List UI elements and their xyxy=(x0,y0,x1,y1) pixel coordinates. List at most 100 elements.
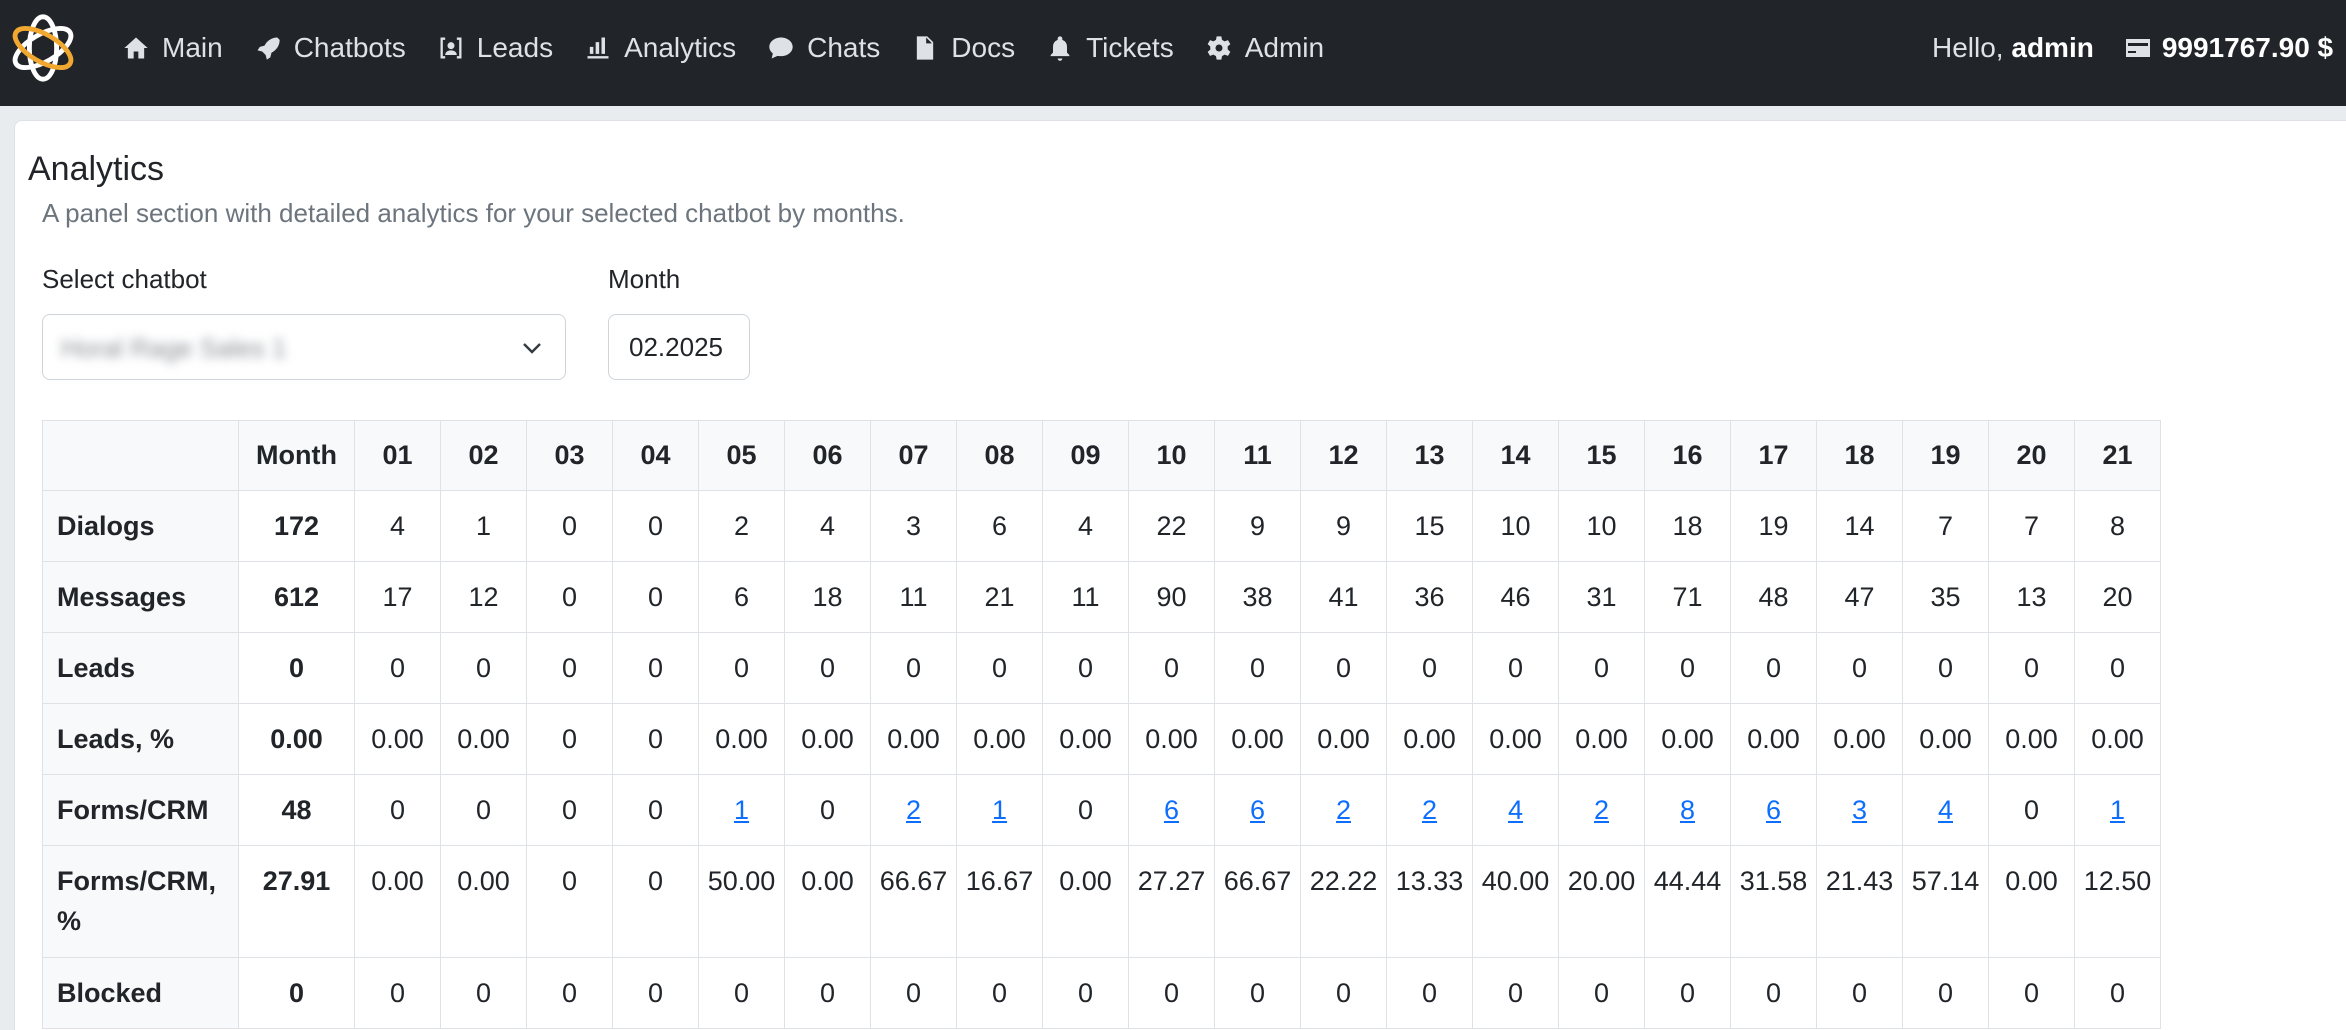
forms-crm-link[interactable]: 2 xyxy=(1594,795,1609,825)
day-value-cell: 0 xyxy=(440,774,527,846)
day-value-cell: 0.00 xyxy=(1472,703,1559,775)
forms-crm-link[interactable]: 4 xyxy=(1508,795,1523,825)
nav-chats[interactable]: Chats xyxy=(767,32,880,64)
day-value-cell: 21.43 xyxy=(1816,845,1903,958)
day-value-cell: 19 xyxy=(1730,490,1817,562)
day-value-cell: 0.00 xyxy=(698,703,785,775)
row-label: Messages xyxy=(42,561,239,633)
day-value-cell: 27.27 xyxy=(1128,845,1215,958)
month-total-cell: 0 xyxy=(238,632,355,704)
day-value-cell: 11 xyxy=(1042,561,1129,633)
day-value-cell: 0.00 xyxy=(440,703,527,775)
user-badge-icon xyxy=(437,34,465,62)
rocket-icon xyxy=(254,34,282,62)
day-value-cell: 40.00 xyxy=(1472,845,1559,958)
day-value-cell: 0 xyxy=(784,957,871,1029)
day-value-cell: 12 xyxy=(440,561,527,633)
day-value-cell: 6 xyxy=(698,561,785,633)
day-value-cell: 0 xyxy=(1644,632,1731,704)
header-day: 21 xyxy=(2074,420,2161,491)
row-label: Leads xyxy=(42,632,239,704)
table-row: Messages 612 17 12 0 0 6 18 11 21 11 90 38 41 36 46 31 71… xyxy=(42,561,2161,633)
forms-crm-link[interactable]: 8 xyxy=(1680,795,1695,825)
day-value-cell: 0.00 xyxy=(1042,845,1129,958)
username[interactable]: admin xyxy=(2011,32,2093,63)
forms-crm-link[interactable]: 1 xyxy=(2110,795,2125,825)
forms-crm-link[interactable]: 2 xyxy=(1422,795,1437,825)
nav-tickets[interactable]: Tickets xyxy=(1046,32,1174,64)
nav-main[interactable]: Main xyxy=(122,32,223,64)
nav-admin[interactable]: Admin xyxy=(1205,32,1324,64)
day-value-cell: 0.00 xyxy=(1730,703,1817,775)
day-value-cell: 1 xyxy=(698,774,785,846)
forms-crm-link[interactable]: 4 xyxy=(1938,795,1953,825)
day-value-cell: 0.00 xyxy=(2074,703,2161,775)
openai-logo-icon[interactable] xyxy=(4,8,82,88)
forms-crm-link[interactable]: 1 xyxy=(992,795,1007,825)
day-value-cell: 0 xyxy=(1816,632,1903,704)
day-value-cell: 0 xyxy=(1988,957,2075,1029)
day-value-cell: 66.67 xyxy=(870,845,957,958)
day-value-cell: 0 xyxy=(1128,957,1215,1029)
day-value-cell: 0 xyxy=(612,561,699,633)
forms-crm-link[interactable]: 2 xyxy=(1336,795,1351,825)
day-value-cell: 0 xyxy=(1042,957,1129,1029)
day-value-cell: 0 xyxy=(526,703,613,775)
day-value-cell: 0.00 xyxy=(1214,703,1301,775)
row-label: Forms/CRM, % xyxy=(42,845,239,958)
day-value-cell: 0 xyxy=(1300,632,1387,704)
day-value-cell: 7 xyxy=(1902,490,1989,562)
nav-tickets-label: Tickets xyxy=(1086,32,1174,63)
nav-leads-label: Leads xyxy=(476,32,554,63)
day-value-cell: 0.00 xyxy=(1386,703,1473,775)
nav-docs[interactable]: Docs xyxy=(911,32,1015,64)
day-value-cell: 0.00 xyxy=(354,703,441,775)
page-title: Analytics xyxy=(28,150,165,188)
day-value-cell: 20.00 xyxy=(1558,845,1645,958)
day-value-cell: 0 xyxy=(1042,632,1129,704)
day-value-cell: 0 xyxy=(1300,957,1387,1029)
nav-analytics[interactable]: Analytics xyxy=(584,32,736,64)
header-day: 10 xyxy=(1128,420,1215,491)
nav-chats-label: Chats xyxy=(807,32,881,63)
header-day: 14 xyxy=(1472,420,1559,491)
forms-crm-link[interactable]: 6 xyxy=(1250,795,1265,825)
day-value-cell: 0 xyxy=(440,957,527,1029)
day-value-cell: 0 xyxy=(2074,632,2161,704)
forms-crm-link[interactable]: 2 xyxy=(906,795,921,825)
table-row: Blocked 0 0 0 0 0 0 0 0 0 0 0 0 0 0 0 0 0 0 0 0 0 0 xyxy=(42,957,2161,1029)
month-total-cell: 612 xyxy=(238,561,355,633)
month-input[interactable] xyxy=(608,314,750,380)
day-value-cell: 0 xyxy=(612,490,699,562)
nav-leads[interactable]: Leads xyxy=(437,32,553,64)
day-value-cell: 6 xyxy=(1128,774,1215,846)
row-label: Forms/CRM xyxy=(42,774,239,846)
table-row: Leads, % 0.00 0.00 0.00 0 0 0.00 0.00 0.00 0.00 0.… xyxy=(42,703,2161,775)
day-value-cell: 6 xyxy=(1214,774,1301,846)
chatbot-select[interactable]: Horal Rage Sales 1 xyxy=(42,314,566,380)
nav-chatbots[interactable]: Chatbots xyxy=(254,32,406,64)
top-navbar: Main Chatbots Leads Analytics Chats Docs… xyxy=(0,0,2346,106)
forms-crm-link[interactable]: 6 xyxy=(1766,795,1781,825)
day-value-cell: 11 xyxy=(870,561,957,633)
day-value-cell: 90 xyxy=(1128,561,1215,633)
day-value-cell: 18 xyxy=(784,561,871,633)
row-label: Blocked xyxy=(42,957,239,1029)
header-day: 18 xyxy=(1816,420,1903,491)
day-value-cell: 1 xyxy=(2074,774,2161,846)
day-value-cell: 0.00 xyxy=(784,703,871,775)
day-value-cell: 66.67 xyxy=(1214,845,1301,958)
day-value-cell: 0 xyxy=(1816,957,1903,1029)
day-value-cell: 6 xyxy=(956,490,1043,562)
day-value-cell: 3 xyxy=(1816,774,1903,846)
bar-chart-icon xyxy=(584,34,612,62)
header-day: 05 xyxy=(698,420,785,491)
forms-crm-link[interactable]: 3 xyxy=(1852,795,1867,825)
balance[interactable]: 9991767.90 $ xyxy=(2124,32,2333,64)
forms-crm-link[interactable]: 6 xyxy=(1164,795,1179,825)
forms-crm-link[interactable]: 1 xyxy=(734,795,749,825)
header-day: 09 xyxy=(1042,420,1129,491)
day-value-cell: 0 xyxy=(698,632,785,704)
header-day: 17 xyxy=(1730,420,1817,491)
row-label: Dialogs xyxy=(42,490,239,562)
